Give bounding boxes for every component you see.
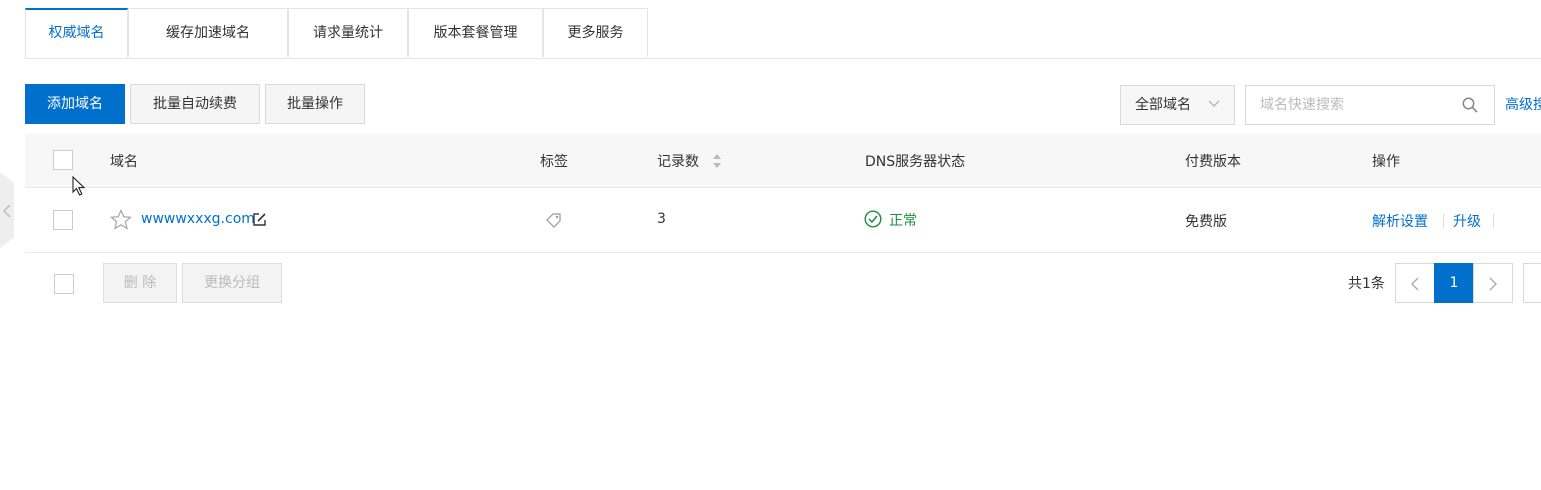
column-header-actions: 操作: [1372, 154, 1400, 170]
column-header-domain: 域名: [110, 154, 138, 170]
check-circle-icon: [864, 210, 882, 228]
edition-value: 免费版: [1185, 214, 1227, 230]
chevron-left-icon: [1411, 277, 1419, 291]
batch-operations-button[interactable]: 批量操作: [265, 84, 365, 124]
tab-cache-accelerated-domains[interactable]: 缓存加速域名: [128, 8, 288, 57]
pagination-total: 共1条: [1348, 276, 1385, 292]
action-separator: [1443, 214, 1444, 228]
domain-filter-value: 全部域名: [1135, 97, 1191, 113]
tag-icon[interactable]: [545, 212, 563, 228]
tab-more-services[interactable]: 更多服务: [543, 8, 648, 57]
star-icon[interactable]: [110, 209, 132, 230]
sidebar-collapse-handle[interactable]: [0, 172, 14, 248]
pagination-next-button[interactable]: [1473, 263, 1513, 303]
upgrade-link[interactable]: 升级: [1453, 211, 1481, 231]
edit-icon[interactable]: [252, 212, 267, 227]
sort-icon[interactable]: [712, 153, 722, 169]
mouse-cursor-icon: [72, 176, 86, 196]
search-icon[interactable]: [1462, 97, 1478, 113]
action-separator: [1493, 214, 1494, 228]
tabs-divider: [25, 58, 1541, 59]
batch-auto-renew-button[interactable]: 批量自动续费: [130, 84, 260, 124]
domain-search-input[interactable]: [1246, 86, 1465, 124]
pagination-page-size-select[interactable]: [1523, 263, 1541, 303]
chevron-right-icon: [1489, 277, 1497, 291]
tab-request-statistics[interactable]: 请求量统计: [288, 8, 408, 57]
pagination-page-current[interactable]: 1: [1434, 263, 1474, 303]
select-all-checkbox[interactable]: [53, 150, 73, 170]
column-header-records: 记录数: [657, 154, 699, 170]
footer-select-all-checkbox[interactable]: [54, 274, 74, 294]
resolve-settings-link[interactable]: 解析设置: [1372, 211, 1428, 231]
domain-name-link[interactable]: wwwwxxxg.com: [141, 211, 255, 227]
delete-button[interactable]: 删 除: [103, 263, 177, 303]
table-row: wwwwxxxg.com 3 正常 免费版 解析设置 升级: [25, 188, 1541, 253]
row-checkbox[interactable]: [53, 210, 73, 230]
column-header-edition: 付费版本: [1185, 154, 1241, 170]
advanced-search-link[interactable]: 高级搜索: [1505, 94, 1541, 114]
tab-edition-package-management[interactable]: 版本套餐管理: [408, 8, 543, 57]
pagination-prev-button[interactable]: [1395, 263, 1435, 303]
chevron-left-icon: [3, 204, 11, 218]
chevron-down-icon: [1208, 100, 1220, 107]
add-domain-button[interactable]: 添加域名: [25, 84, 125, 124]
column-header-dns-status: DNS服务器状态: [865, 154, 966, 170]
tab-authoritative-domains[interactable]: 权威域名: [25, 8, 128, 59]
domain-search-box: [1245, 85, 1495, 125]
dns-status-value: 正常: [889, 213, 917, 229]
table-header: 域名 标签 记录数 DNS服务器状态 付费版本 操作: [25, 134, 1541, 188]
column-header-tag: 标签: [540, 154, 568, 170]
change-group-button[interactable]: 更换分组: [182, 263, 282, 303]
domain-filter-select[interactable]: 全部域名: [1120, 85, 1235, 125]
record-count: 3: [657, 211, 666, 227]
